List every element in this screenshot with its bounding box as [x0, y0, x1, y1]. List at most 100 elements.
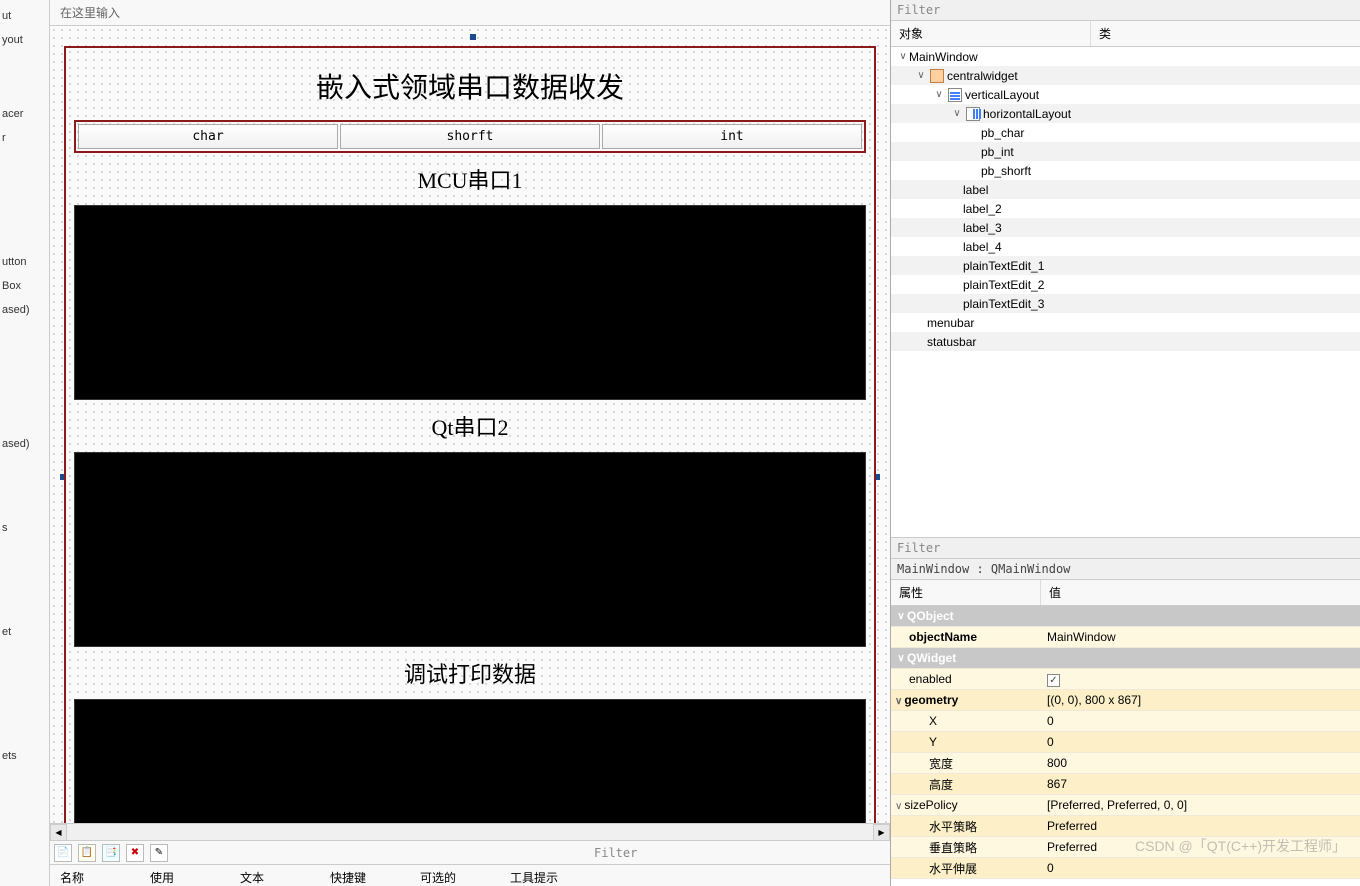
prop-row[interactable]: ∨QWidget	[891, 648, 1360, 669]
expander-icon[interactable]: ∨	[915, 70, 927, 81]
widget-item[interactable]: ut	[0, 4, 49, 28]
tree-row[interactable]: plainTextEdit_1QPlainTextEdit	[891, 256, 1360, 275]
label-qt[interactable]: Qt串口2	[74, 400, 866, 452]
prop-value[interactable]: [Preferred, Preferred, 0, 0]	[1041, 798, 1360, 812]
col-checkable[interactable]: 可选的	[410, 865, 500, 886]
tree-header-object[interactable]: 对象	[891, 21, 1091, 46]
checkbox-icon[interactable]: ✓	[1047, 674, 1060, 687]
action-filter-input[interactable]: Filter	[594, 846, 637, 860]
expander-icon[interactable]: ∨	[895, 611, 907, 622]
property-filter-input[interactable]: Filter	[891, 537, 1360, 559]
scroll-right-icon[interactable]: ▶	[873, 824, 890, 841]
copy-icon[interactable]: 📋	[78, 844, 96, 862]
prop-value[interactable]: 0	[1041, 714, 1360, 728]
form-canvas[interactable]: 嵌入式领域串口数据收发 char shorft int MCU串口1 Qt串口2…	[64, 46, 876, 823]
label-mcu[interactable]: MCU串口1	[74, 153, 866, 205]
paste-icon[interactable]: 📑	[102, 844, 120, 862]
expander-icon[interactable]: ∨	[895, 653, 907, 664]
prop-row[interactable]: enabled✓	[891, 669, 1360, 690]
prop-value[interactable]: 0	[1041, 735, 1360, 749]
tree-row[interactable]: ∨verticalLayoutQVBoxLayout	[891, 85, 1360, 104]
tree-row[interactable]: plainTextEdit_3QPlainTextEdit	[891, 294, 1360, 313]
col-tooltip[interactable]: 工具提示	[500, 865, 590, 886]
widget-item[interactable]: utton	[0, 250, 49, 274]
label-debug[interactable]: 调试打印数据	[74, 647, 866, 699]
property-table[interactable]: ∨QObjectobjectNameMainWindow∨QWidgetenab…	[891, 606, 1360, 886]
prop-value[interactable]: 800	[1041, 756, 1360, 770]
col-used[interactable]: 使用	[140, 865, 230, 886]
plaintextedit-2[interactable]	[74, 452, 866, 647]
col-shortcut[interactable]: 快捷键	[320, 865, 410, 886]
widget-item[interactable]: et	[0, 620, 49, 644]
tree-row[interactable]: pb_intQPushButton	[891, 142, 1360, 161]
prop-row[interactable]: 宽度800	[891, 753, 1360, 774]
plaintextedit-1[interactable]	[74, 205, 866, 400]
prop-value[interactable]: MainWindow	[1041, 630, 1360, 644]
widget-item[interactable]: s	[0, 516, 49, 540]
new-file-icon[interactable]: 📄	[54, 844, 72, 862]
prop-row[interactable]: ∨QObject	[891, 606, 1360, 627]
widget-item[interactable]: yout	[0, 28, 49, 52]
tree-row[interactable]: label_2QLabel	[891, 199, 1360, 218]
title-label[interactable]: 嵌入式领域串口数据收发	[74, 56, 866, 120]
tree-object-name: pb_shorft	[981, 164, 1031, 178]
prop-row[interactable]: 水平策略Preferred	[891, 816, 1360, 837]
object-filter-input[interactable]: Filter	[891, 0, 1360, 21]
widget-item[interactable]: ased)	[0, 432, 49, 456]
expander-icon[interactable]: ∨	[895, 801, 902, 812]
tree-header-class[interactable]: 类	[1091, 21, 1119, 46]
expander-icon[interactable]: ∨	[951, 108, 963, 119]
prop-value[interactable]: 0	[1041, 861, 1360, 875]
tree-row[interactable]: label_3QLabel	[891, 218, 1360, 237]
expander-icon[interactable]: ∨	[933, 89, 945, 100]
prop-row[interactable]: 垂直策略Preferred	[891, 837, 1360, 858]
prop-row[interactable]: Y0	[891, 732, 1360, 753]
prop-header-value[interactable]: 值	[1041, 580, 1069, 605]
type-here-hint[interactable]: 在这里输入	[50, 0, 890, 26]
expander-icon[interactable]: ∨	[895, 696, 902, 707]
prop-row[interactable]: 高度867	[891, 774, 1360, 795]
tree-row[interactable]: pb_charQPushButton	[891, 123, 1360, 142]
tree-row[interactable]: ∨centralwidgetQWidget	[891, 66, 1360, 85]
prop-row[interactable]: X0	[891, 711, 1360, 732]
delete-icon[interactable]: ✖	[126, 844, 144, 862]
tree-row[interactable]: plainTextEdit_2QPlainTextEdit	[891, 275, 1360, 294]
prop-row[interactable]: 水平伸展0	[891, 858, 1360, 879]
prop-header-name[interactable]: 属性	[891, 580, 1041, 605]
tree-row[interactable]: statusbarQStatusBar	[891, 332, 1360, 351]
widget-item[interactable]: Box	[0, 274, 49, 298]
inspector-panel: Filter 对象 类 ∨MainWindowQMainWindow∨centr…	[890, 0, 1360, 886]
tree-row[interactable]: labelQLabel	[891, 180, 1360, 199]
prop-value[interactable]: Preferred	[1041, 840, 1360, 854]
prop-value[interactable]: ✓	[1041, 672, 1360, 687]
expander-icon[interactable]: ∨	[897, 51, 909, 62]
prop-row[interactable]: objectNameMainWindow	[891, 627, 1360, 648]
pb-shorft-button[interactable]: shorft	[340, 124, 600, 149]
prop-row[interactable]: ∨sizePolicy[Preferred, Preferred, 0, 0]	[891, 795, 1360, 816]
tree-row[interactable]: ∨MainWindowQMainWindow	[891, 47, 1360, 66]
prop-row[interactable]: ∨geometry[(0, 0), 800 x 867]	[891, 690, 1360, 711]
tree-row[interactable]: label_4QLabel	[891, 237, 1360, 256]
edit-icon[interactable]: ✎	[150, 844, 168, 862]
tree-row[interactable]: pb_shorftQPushButton	[891, 161, 1360, 180]
tree-object-name: verticalLayout	[965, 88, 1039, 102]
widget-item[interactable]: acer	[0, 102, 49, 126]
object-tree[interactable]: ∨MainWindowQMainWindow∨centralwidgetQWid…	[891, 47, 1360, 537]
plaintextedit-3[interactable]	[74, 699, 866, 823]
col-text[interactable]: 文本	[230, 865, 320, 886]
tree-row[interactable]: menubarQMenuBar	[891, 313, 1360, 332]
col-name[interactable]: 名称	[50, 865, 140, 886]
pb-char-button[interactable]: char	[78, 124, 338, 149]
widget-item[interactable]: ased)	[0, 298, 49, 322]
widget-item[interactable]: r	[0, 126, 49, 150]
prop-value[interactable]: Preferred	[1041, 819, 1360, 833]
tree-row[interactable]: ∨horizontalLayoutQHBoxLayout	[891, 104, 1360, 123]
form-canvas-area[interactable]: 嵌入式领域串口数据收发 char shorft int MCU串口1 Qt串口2…	[50, 26, 890, 823]
pb-int-button[interactable]: int	[602, 124, 862, 149]
horizontal-scrollbar[interactable]: ◀ ▶	[50, 823, 890, 840]
widget-item[interactable]: ets	[0, 744, 49, 768]
prop-value[interactable]: 867	[1041, 777, 1360, 791]
widget-box-panel[interactable]: ut yout acer r utton Box ased) ased) s e…	[0, 0, 50, 886]
scroll-left-icon[interactable]: ◀	[50, 824, 67, 841]
prop-value[interactable]: [(0, 0), 800 x 867]	[1041, 693, 1360, 707]
